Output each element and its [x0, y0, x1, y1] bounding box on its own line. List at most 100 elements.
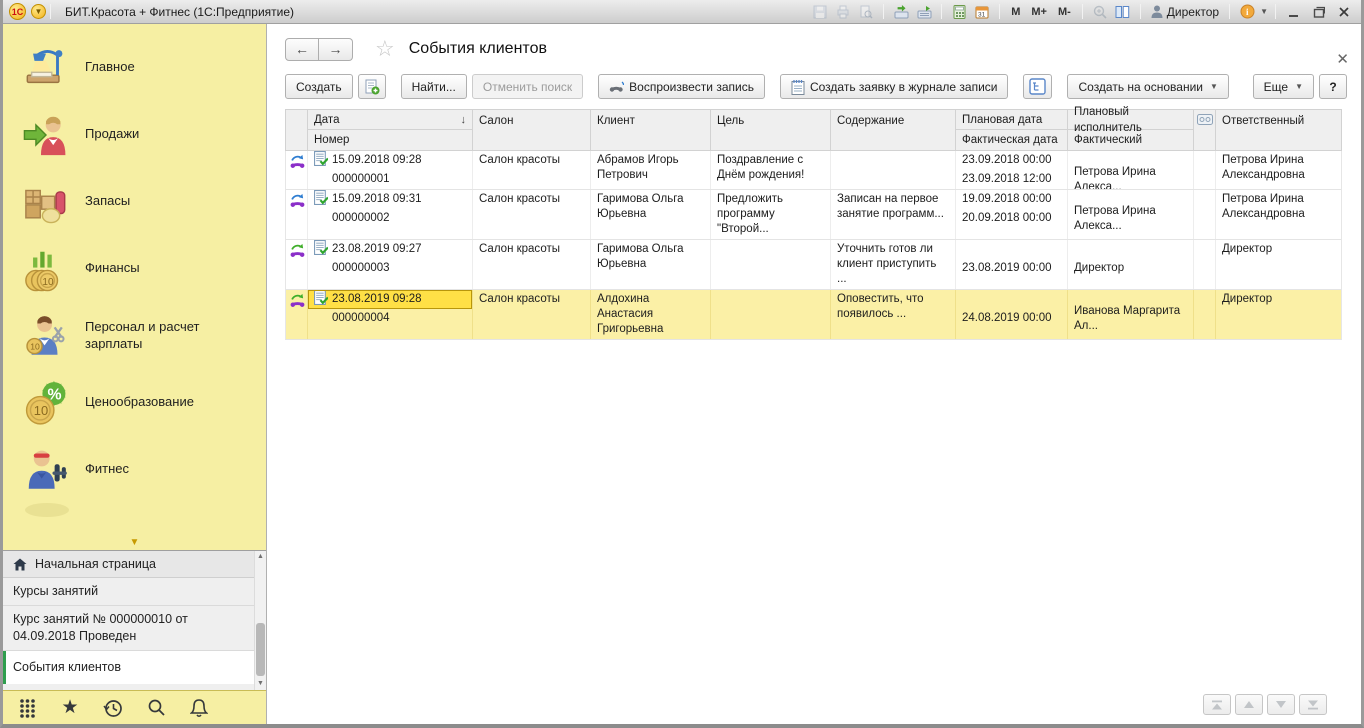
- minimize-button[interactable]: [1283, 3, 1305, 21]
- sidebar-item-4[interactable]: 10Финансы: [3, 235, 266, 302]
- panel-toolbar: ★: [3, 690, 266, 724]
- close-window-button[interactable]: [1333, 3, 1355, 21]
- nav-forward-button[interactable]: →: [319, 38, 353, 61]
- open-window-item[interactable]: Курсы занятий: [3, 578, 266, 606]
- play-record-button[interactable]: Воспроизвести запись: [598, 74, 765, 99]
- copy-create-button[interactable]: [358, 74, 386, 99]
- divider: [941, 4, 942, 19]
- calculator-icon[interactable]: [949, 3, 969, 21]
- event-date: 23.08.2019 09:27: [332, 242, 422, 257]
- column-header-executors[interactable]: Плановый исполнитель Фактический: [1068, 110, 1194, 150]
- section-item-partial[interactable]: [25, 503, 69, 517]
- table-header: Дата↓ Номер Салон Клиент Цель Содержание…: [285, 109, 1342, 151]
- scroll-to-top-button[interactable]: [1203, 694, 1231, 715]
- stock-boxes-icon: [23, 179, 69, 225]
- main-menu-dropdown-icon[interactable]: ▼: [31, 4, 46, 19]
- find-button[interactable]: Найти...: [401, 74, 467, 99]
- all-functions-icon[interactable]: [16, 697, 38, 719]
- open-windows-scrollbar[interactable]: ▲ ▼: [254, 551, 266, 690]
- print-preview-icon[interactable]: [856, 3, 876, 21]
- list-settings-button[interactable]: [1023, 74, 1052, 99]
- sections-more-icon[interactable]: ▼: [3, 537, 266, 548]
- maximize-button[interactable]: [1308, 3, 1330, 21]
- sidebar-item-5[interactable]: 10Персонал и расчет зарплаты: [3, 302, 266, 369]
- divider: [999, 4, 1000, 19]
- scroll-down-button[interactable]: [1267, 694, 1295, 715]
- titlebar: 1С ▼ БИТ.Красота + Фитнес (1С:Предприяти…: [3, 0, 1361, 24]
- event-number: 000000003: [308, 259, 472, 278]
- divider: [1082, 4, 1083, 19]
- sidebar-item-1[interactable]: Главное: [3, 34, 266, 101]
- cancel-search-button[interactable]: Отменить поиск: [472, 74, 583, 99]
- favorite-star-icon[interactable]: ☆: [375, 36, 395, 62]
- more-button[interactable]: Еще▼: [1253, 74, 1314, 99]
- info-icon[interactable]: i: [1237, 3, 1257, 21]
- calendar-icon[interactable]: 31: [972, 3, 992, 21]
- current-user[interactable]: Директор: [1148, 5, 1222, 19]
- scroll-up-icon[interactable]: ▲: [255, 551, 266, 563]
- search-icon[interactable]: [145, 697, 167, 719]
- memory-m-minus-button[interactable]: M-: [1054, 6, 1075, 18]
- sidebar-item-7[interactable]: Фитнес: [3, 436, 266, 503]
- event-goal: Предложить программу "Второй...: [711, 190, 831, 239]
- event-actual-date: 24.08.2019 00:00: [956, 309, 1067, 328]
- scroll-down-icon[interactable]: ▼: [255, 678, 266, 690]
- favorites-icon[interactable]: ★: [59, 697, 81, 719]
- table-row[interactable]: 23.08.2019 09:28 000000004 Салон красоты…: [286, 290, 1341, 340]
- nav-back-button[interactable]: ←: [285, 38, 319, 61]
- memory-m-plus-button[interactable]: M+: [1027, 6, 1051, 18]
- zoom-in-icon[interactable]: [1090, 3, 1110, 21]
- split-view-icon[interactable]: [1113, 3, 1133, 21]
- save-icon[interactable]: [810, 3, 830, 21]
- create-request-button[interactable]: Создать заявку в журнале записи: [780, 74, 1009, 99]
- scrollbar-thumb[interactable]: [256, 623, 265, 676]
- column-header-goal[interactable]: Цель: [711, 110, 831, 150]
- sidebar-item-6[interactable]: %10Ценообразование: [3, 369, 266, 436]
- window-title: БИТ.Красота + Фитнес (1С:Предприятие): [65, 5, 294, 19]
- event-client: Абрамов Игорь Петрович: [591, 151, 711, 189]
- column-header-record[interactable]: [1194, 110, 1216, 150]
- section-items: Главное Продажи Запасы 10Финансы10Персонал …: [3, 34, 266, 503]
- column-header-responsible[interactable]: Ответственный: [1216, 110, 1341, 150]
- table-row[interactable]: 15.09.2018 09:31 000000002 Салон красоты…: [286, 190, 1341, 240]
- sections-panel: Главное Продажи Запасы 10Финансы10Персонал …: [3, 24, 266, 550]
- event-planned-date: [956, 240, 1067, 259]
- sidebar-item-label: Продажи: [85, 126, 147, 142]
- create-based-on-button[interactable]: Создать на основании▼: [1067, 74, 1228, 99]
- notifications-icon[interactable]: [188, 697, 210, 719]
- info-dropdown-icon[interactable]: ▼: [1260, 7, 1268, 16]
- history-icon[interactable]: [102, 697, 124, 719]
- table-row[interactable]: 23.08.2019 09:27 000000003 Салон красоты…: [286, 240, 1341, 290]
- user-icon: [1151, 5, 1163, 18]
- scroll-to-bottom-button[interactable]: [1299, 694, 1327, 715]
- column-header-dates[interactable]: Плановая дата Фактическая дата: [956, 110, 1068, 150]
- column-header-date-number[interactable]: Дата↓ Номер: [308, 110, 473, 150]
- create-button[interactable]: Создать: [285, 74, 353, 99]
- open-window-item[interactable]: Курс занятий № 000000010 от 04.09.2018 П…: [3, 606, 266, 651]
- sidebar-item-2[interactable]: Продажи: [3, 101, 266, 168]
- event-planned-executor: [1068, 240, 1193, 259]
- scroll-up-button[interactable]: [1235, 694, 1263, 715]
- sidebar-item-3[interactable]: Запасы: [3, 168, 266, 235]
- event-client: Гаримова Ольга Юрьевна: [591, 190, 711, 239]
- event-salon: Салон красоты: [473, 151, 591, 189]
- table-row[interactable]: 15.09.2018 09:28 000000001 Салон красоты…: [286, 151, 1341, 190]
- sidebar-item-label: Запасы: [85, 193, 138, 209]
- event-goal: Поздравление с Днём рождения!: [711, 151, 831, 189]
- divider: [1140, 4, 1141, 19]
- close-form-icon[interactable]: ✕: [1336, 52, 1349, 67]
- event-client: Алдохина Анастасия Григорьевна: [591, 290, 711, 339]
- memory-m-button[interactable]: M: [1007, 6, 1024, 18]
- cassette-icon: [1197, 114, 1213, 125]
- home-page-item[interactable]: Начальная страница: [3, 551, 266, 578]
- sync-settings-icon[interactable]: [914, 3, 934, 21]
- column-header-client[interactable]: Клиент: [591, 110, 711, 150]
- column-header-salon[interactable]: Салон: [473, 110, 591, 150]
- data-exchange-icon[interactable]: [891, 3, 911, 21]
- print-icon[interactable]: [833, 3, 853, 21]
- help-button[interactable]: ?: [1319, 74, 1347, 99]
- event-actual-date: 23.08.2019 00:00: [956, 259, 1067, 278]
- column-header-icon[interactable]: [286, 110, 308, 150]
- column-header-content[interactable]: Содержание: [831, 110, 956, 150]
- open-window-item[interactable]: События клиентов: [3, 651, 266, 684]
